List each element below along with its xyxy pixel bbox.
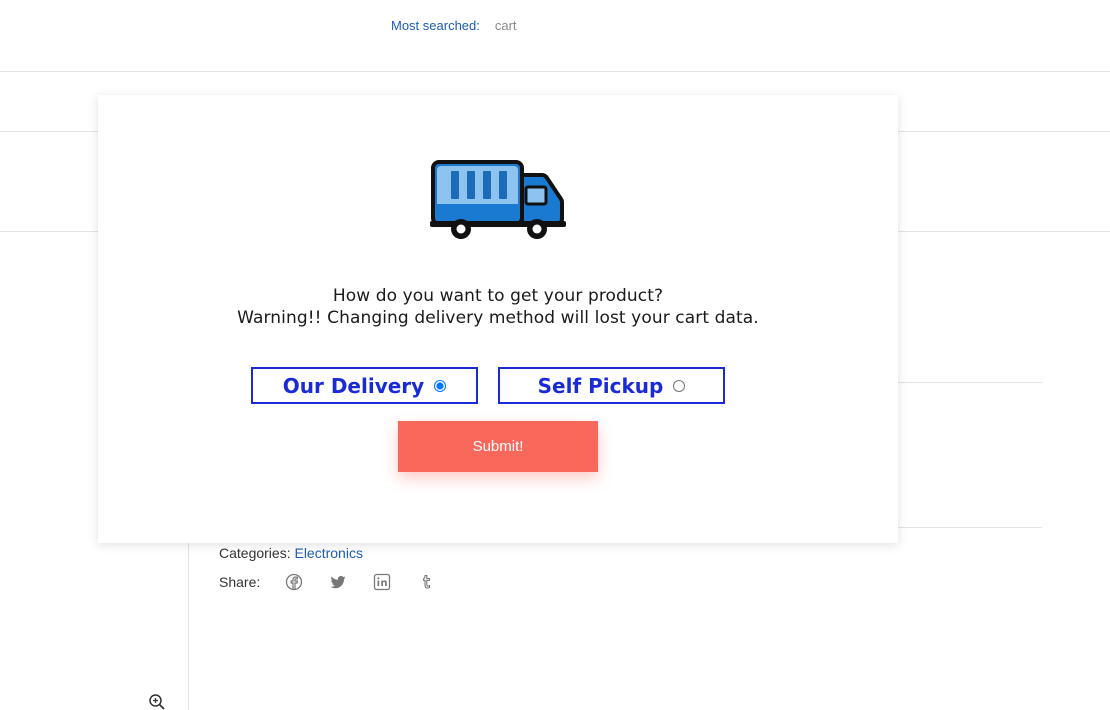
our-delivery-label: Our Delivery xyxy=(282,373,425,398)
delivery-method-modal: How do you want to get your product? War… xyxy=(98,95,898,543)
linkedin-icon[interactable] xyxy=(373,573,391,591)
delivery-truck-icon xyxy=(430,159,566,243)
delivery-prompt: How do you want to get your product? War… xyxy=(98,285,898,329)
share-label: Share: xyxy=(219,574,261,590)
category-link-electronics[interactable]: Electronics xyxy=(294,545,362,561)
self-pickup-label: Self Pickup xyxy=(537,373,664,398)
twitter-icon[interactable] xyxy=(329,573,347,591)
product-categories: Categories: Electronics xyxy=(219,545,363,561)
most-searched-term-link[interactable]: cart xyxy=(495,18,517,33)
tumblr-icon[interactable] xyxy=(417,573,435,591)
self-pickup-option[interactable]: Self Pickup xyxy=(498,367,725,404)
delivery-warning: Warning!! Changing delivery method will … xyxy=(237,308,759,328)
top-bar: Most searched: cart xyxy=(0,0,1110,72)
most-searched-label: Most searched: xyxy=(391,18,480,33)
delivery-question: How do you want to get your product? xyxy=(332,286,664,306)
zoom-in-icon[interactable] xyxy=(148,693,166,710)
submit-button[interactable]: Submit! xyxy=(398,421,598,472)
facebook-icon[interactable] xyxy=(285,573,303,591)
our-delivery-radio[interactable] xyxy=(434,379,447,392)
product-share: Share: xyxy=(219,573,435,591)
most-searched: Most searched: cart xyxy=(391,18,517,33)
self-pickup-radio[interactable] xyxy=(673,379,686,392)
share-icons xyxy=(285,573,435,591)
our-delivery-option[interactable]: Our Delivery xyxy=(251,367,478,404)
categories-label: Categories: xyxy=(219,545,291,561)
